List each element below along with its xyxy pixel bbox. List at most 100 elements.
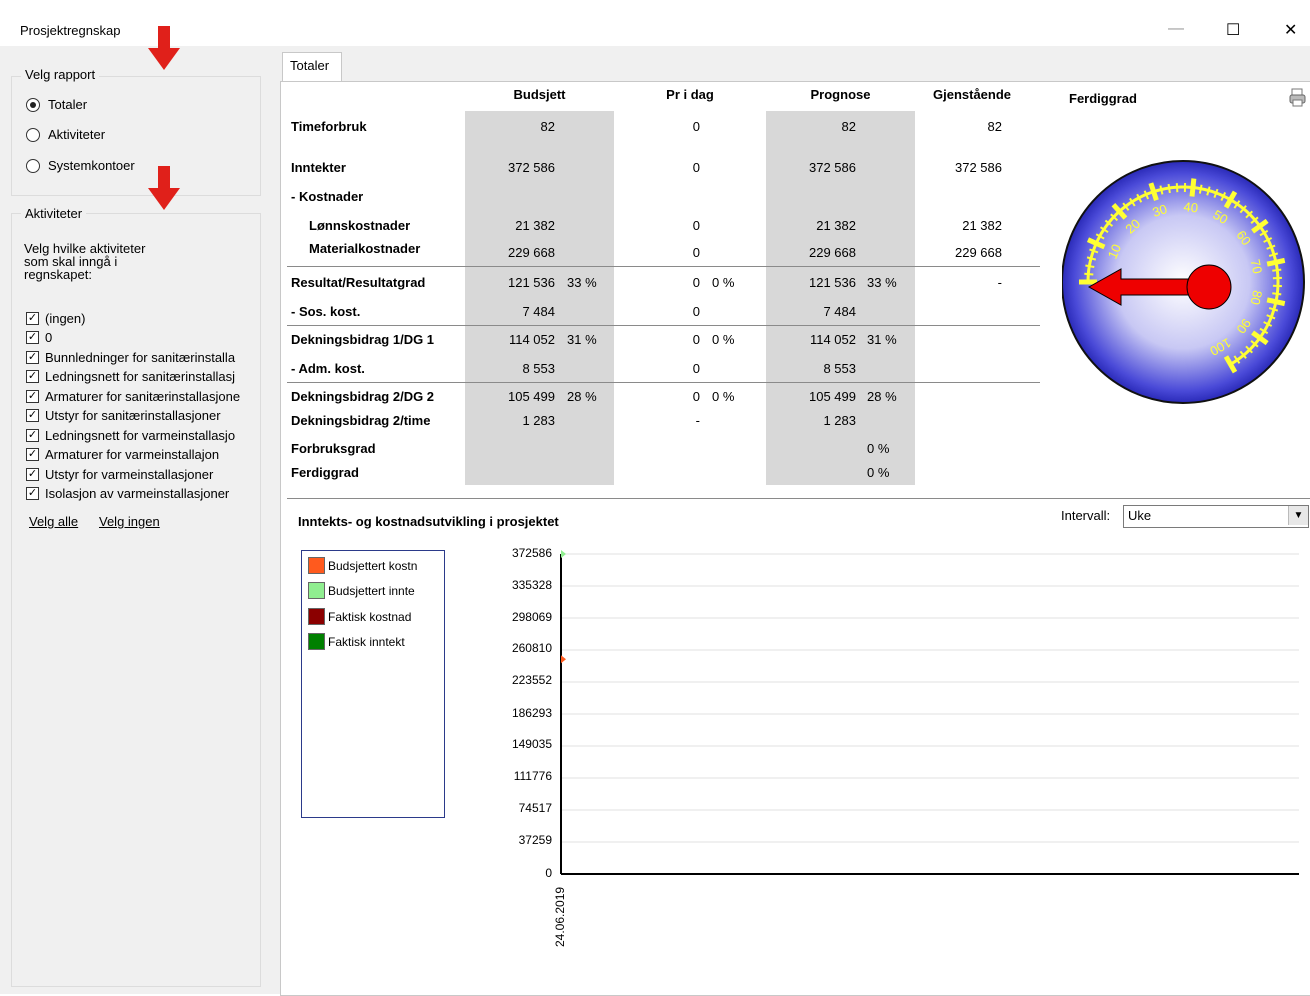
legend-label: Faktisk kostnad xyxy=(328,610,411,624)
y-tick-label: 37259 xyxy=(490,833,552,847)
chevron-down-icon[interactable]: ▼ xyxy=(1288,506,1308,525)
checkmark-icon: ✓ xyxy=(26,351,39,364)
cell-value: 82 xyxy=(766,119,856,134)
cell-value: 0 xyxy=(620,245,700,260)
row-label: Dekningsbidrag 2/time xyxy=(291,413,430,428)
cell-value: 372 586 xyxy=(918,160,1002,175)
header-budget: Budsjett xyxy=(465,87,614,102)
completion-gauge: 0102030405060708090100 xyxy=(1062,146,1307,418)
checkbox-activity[interactable]: ✓ Bunnledninger for sanitærinstalla xyxy=(26,350,235,365)
gauge-tick xyxy=(1192,179,1194,197)
cell-value: 0 xyxy=(620,389,700,404)
title-bar: Prosjektregnskap — ☐ ✕ xyxy=(0,0,1310,47)
row-label: Forbruksgrad xyxy=(291,441,376,456)
y-tick-label: 74517 xyxy=(490,801,552,815)
checkbox-activity[interactable]: ✓Ledningsnett for varmeinstallasjo xyxy=(26,428,235,443)
cell-value: - xyxy=(620,413,700,428)
radio-aktiviteter[interactable]: Aktiviteter xyxy=(26,127,105,142)
radio-totaler[interactable]: Totaler xyxy=(26,97,87,112)
cell-value: 229 668 xyxy=(918,245,1002,260)
y-tick-label: 372586 xyxy=(490,546,552,560)
close-button[interactable]: ✕ xyxy=(1284,20,1297,40)
interval-select[interactable]: Uke ▼ xyxy=(1123,505,1309,528)
cell-value: 21 382 xyxy=(918,218,1002,233)
checkbox-activity[interactable]: ✓ Armaturer for sanitærinstallasjone xyxy=(26,389,240,404)
checkbox-activity[interactable]: ✓Isolasjon av varmeinstallasjoner xyxy=(26,486,229,501)
legend-item: Budsjettert innte xyxy=(308,582,415,599)
instructions-text: Velg hvilke aktiviteter som skal inngå i… xyxy=(24,242,145,281)
y-tick-label: 111776 xyxy=(490,769,552,783)
row-label: Dekningsbidrag 1/DG 1 xyxy=(291,332,434,347)
chart-top-border xyxy=(287,498,1310,499)
cell-value: 0 xyxy=(620,160,700,175)
cell-value: 7 484 xyxy=(766,304,856,319)
print-icon[interactable] xyxy=(1289,88,1307,108)
checkbox-label: 0 xyxy=(45,330,52,345)
checkbox-activity[interactable]: ✓Armaturer for varmeinstallajon xyxy=(26,447,219,462)
y-tick-label: 186293 xyxy=(490,706,552,720)
y-tick-label: 0 xyxy=(490,866,552,880)
checkmark-icon: ✓ xyxy=(26,390,39,403)
row-label: - Adm. kost. xyxy=(291,361,365,376)
row-label: Materialkostnader xyxy=(309,241,420,256)
red-arrow-icon xyxy=(146,164,186,216)
checkbox-activity[interactable]: ✓Ledningsnett for sanitærinstallasj xyxy=(26,369,235,384)
checkbox-label: Utstyr for varmeinstallasjoner xyxy=(45,467,213,482)
cell-value: 229 668 xyxy=(766,245,856,260)
cell-value: 372 586 xyxy=(766,160,856,175)
left-panel: Velg rapport Totaler Aktiviteter Systemk… xyxy=(0,46,273,994)
select-none-link[interactable]: Velg ingen xyxy=(99,514,160,529)
cell-value: 1 283 xyxy=(465,413,555,428)
row-label: Resultat/Resultatgrad xyxy=(291,275,425,290)
legend-label: Faktisk inntekt xyxy=(328,635,405,649)
checkbox-activity[interactable]: ✓Utstyr for sanitærinstallasjoner xyxy=(26,408,221,423)
gauge-hub xyxy=(1187,265,1231,309)
cell-percent: 28 % xyxy=(567,389,597,404)
chart-legend: Budsjettert kostn Budsjettert innte Fakt… xyxy=(301,550,445,818)
cell-value: 8 553 xyxy=(465,361,555,376)
checkbox-activity[interactable]: ✓0 xyxy=(26,330,52,345)
cell-value: 121 536 xyxy=(766,275,856,290)
legend-label: Budsjettert innte xyxy=(328,584,415,598)
cell-percent: 0 % xyxy=(712,332,734,347)
legend-item: Budsjettert kostn xyxy=(308,557,417,574)
checkbox-activity[interactable]: ✓Utstyr for varmeinstallasjoner xyxy=(26,467,213,482)
cell-value: 82 xyxy=(465,119,555,134)
cell-value: 105 499 xyxy=(766,389,856,404)
y-tick-label: 298069 xyxy=(490,610,552,624)
cell-percent: 0 % xyxy=(712,275,734,290)
legend-swatch xyxy=(308,608,325,625)
radio-selected-icon xyxy=(26,98,40,112)
cell-value: 0 xyxy=(620,332,700,347)
checkbox-label: Armaturer for sanitærinstallasjone xyxy=(45,389,240,404)
cell-value: 0 xyxy=(620,361,700,376)
cell-value: 229 668 xyxy=(465,245,555,260)
tab-totaler[interactable]: Totaler xyxy=(282,52,342,82)
chart-title: Inntekts- og kostnadsutvikling i prosjek… xyxy=(298,514,559,529)
maximize-button[interactable]: ☐ xyxy=(1226,20,1240,40)
y-tick-label: 260810 xyxy=(490,641,552,655)
gauge-tick-label: 80 xyxy=(1248,289,1266,306)
radio-label: Systemkontoer xyxy=(48,158,135,173)
checkmark-icon: ✓ xyxy=(26,409,39,422)
cell-value: 82 xyxy=(918,119,1002,134)
minimize-button[interactable]: — xyxy=(1168,20,1184,38)
legend-item: Faktisk inntekt xyxy=(308,633,405,650)
cell-value: 0 xyxy=(620,304,700,319)
row-label: - Kostnader xyxy=(291,189,363,204)
checkbox-label: Ledningsnett for varmeinstallasjo xyxy=(45,428,235,443)
window-title: Prosjektregnskap xyxy=(20,23,120,38)
radio-systemkontoer[interactable]: Systemkontoer xyxy=(26,158,135,173)
cell-percent: 28 % xyxy=(867,389,897,404)
cell-percent: 31 % xyxy=(567,332,597,347)
instruction-line: regnskapet: xyxy=(24,268,145,281)
row-label: Dekningsbidrag 2/DG 2 xyxy=(291,389,434,404)
select-all-link[interactable]: Velg alle xyxy=(29,514,78,529)
cell-percent: 33 % xyxy=(567,275,597,290)
legend-swatch xyxy=(308,633,325,650)
checkbox-label: Bunnledninger for sanitærinstalla xyxy=(45,350,235,365)
header-today: Pr i dag xyxy=(620,87,760,102)
cell-percent: 0 % xyxy=(867,465,889,480)
checkbox-activity[interactable]: ✓(ingen) xyxy=(26,311,85,326)
cell-percent: 0 % xyxy=(867,441,889,456)
